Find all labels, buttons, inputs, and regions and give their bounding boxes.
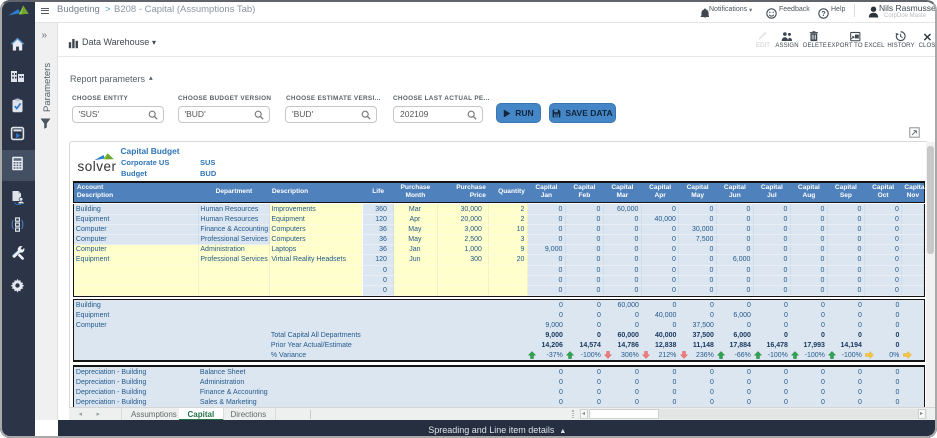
svg-text:?: ? bbox=[821, 11, 825, 18]
